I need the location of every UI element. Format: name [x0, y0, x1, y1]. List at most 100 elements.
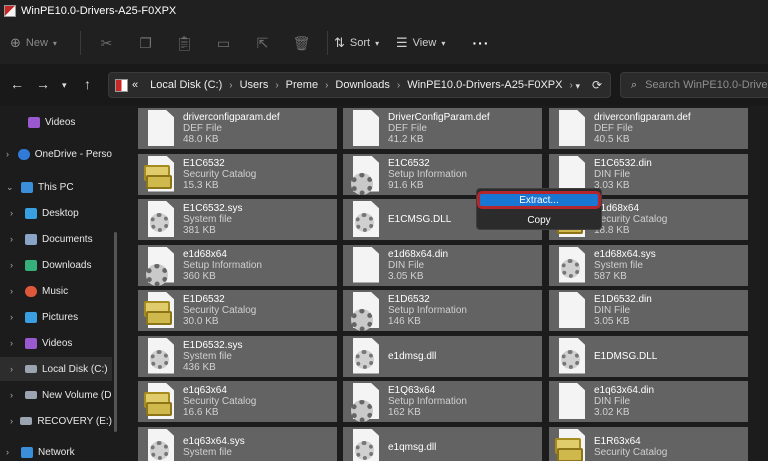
file-type: DIN File [594, 396, 631, 407]
new-button[interactable]: ⊕ New ▾ [10, 29, 74, 57]
address-bar[interactable]: « Local Disk (C:) › Users › Preme › Down… [108, 72, 611, 98]
file-item[interactable]: e1dmsg.dll [343, 335, 542, 377]
file-details: E1d68x64 Security Catalog 18.8 KB [594, 203, 667, 236]
file-details: E1D6532 Setup Information 146 KB [388, 294, 467, 327]
breadcrumb-local-disk[interactable]: Local Disk (C:) [150, 79, 222, 91]
sidebar-item-this-pc[interactable]: ⌄ This PC [0, 175, 112, 199]
file-item[interactable]: E1D6532.sys System file 436 KB [138, 335, 337, 377]
search-input[interactable]: ⌕ Search WinPE10.0-Drivers-A25-F0XPX [620, 72, 768, 98]
cloud-icon [17, 148, 30, 160]
rename-button[interactable]: ▭ [204, 29, 243, 57]
pc-icon [21, 181, 33, 193]
sidebar-item-label: Network [38, 446, 75, 458]
sort-icon: ⇅ [334, 35, 345, 50]
file-item[interactable]: E1D6532.din DIN File 3.05 KB [549, 290, 748, 331]
file-item[interactable]: E1R63x64 Security Catalog [549, 426, 748, 461]
sidebar-item-onedrive[interactable]: › OneDrive - Perso [0, 142, 112, 166]
file-details: e1d68x64.sys System file 587 KB [594, 249, 656, 282]
chevron-right-icon: › [10, 390, 13, 400]
sidebar-item-network[interactable]: › Network [0, 440, 112, 461]
file-type: Security Catalog [183, 305, 257, 316]
desktop-icon [25, 207, 37, 219]
file-item[interactable]: DriverConfigParam.def DEF File 41.2 KB [343, 108, 542, 149]
toolbar-divider [327, 31, 328, 55]
file-item[interactable]: driverconfigparam.def DEF File 48.0 KB [138, 108, 337, 149]
file-item[interactable]: e1qmsg.dll [343, 426, 542, 461]
file-type: DEF File [594, 123, 633, 134]
file-details: e1qmsg.dll [388, 442, 436, 453]
rename-icon: ▭ [216, 34, 231, 51]
network-icon [21, 446, 33, 458]
breadcrumb-downloads[interactable]: Downloads [335, 79, 389, 91]
breadcrumb-archive[interactable]: WinPE10.0-Drivers-A25-F0XPX [407, 79, 562, 91]
file-size: 18.8 KB [594, 225, 630, 236]
chevron-right-icon: › [10, 234, 13, 244]
drive-icon [25, 365, 37, 373]
sidebar-item-music[interactable]: › Music [0, 279, 112, 303]
file-name: E1Q63x64 [388, 385, 436, 396]
chevron-right-icon: › [10, 338, 13, 348]
system-file-icon [349, 200, 382, 239]
file-name: driverconfigparam.def [594, 112, 691, 123]
file-item[interactable]: e1d68x64.din DIN File 3.05 KB [343, 244, 542, 286]
copy-button[interactable]: ❐ [126, 29, 165, 57]
winrar-app-icon [4, 5, 16, 17]
sidebar-item-local-disk[interactable]: › Local Disk (C:) [0, 357, 112, 381]
forward-arrow-icon[interactable]: → [36, 76, 50, 92]
file-item[interactable]: driverconfigparam.def DEF File 40.5 KB [549, 108, 748, 149]
file-item[interactable]: E1Q63x64 Setup Information 162 KB [343, 381, 542, 422]
file-item[interactable]: E1DMSG.DLL [549, 335, 748, 377]
videos-icon [28, 116, 40, 128]
sort-button[interactable]: ⇅ Sort ▾ [334, 29, 396, 57]
file-type: Setup Information [388, 305, 467, 316]
sidebar-scrollbar[interactable] [114, 232, 117, 432]
breadcrumb-preme[interactable]: Preme [286, 79, 318, 91]
sidebar-item-label: Local Disk (C:) [42, 363, 108, 375]
cut-button[interactable]: ✂ [87, 29, 126, 57]
file-name: E1D6532 [183, 294, 225, 305]
file-details: E1C6532.din DIN File 3.03 KB [594, 158, 652, 191]
file-details: E1R63x64 Security Catalog [594, 436, 667, 458]
extract-menu-item[interactable]: Extract... [477, 191, 601, 209]
chevron-right-icon: › [229, 79, 233, 91]
share-button[interactable]: ⇱ [243, 29, 282, 57]
up-arrow-icon[interactable]: ↑ [84, 76, 91, 92]
sidebar-item-pictures[interactable]: › Pictures [0, 305, 112, 329]
file-item[interactable]: e1q63x64.din DIN File 3.02 KB [549, 381, 748, 422]
file-icon [555, 109, 588, 148]
navigation-pane: Videos › OneDrive - Perso ⌄ This PC › De… [0, 106, 112, 461]
file-item[interactable]: e1d68x64 Setup Information 360 KB [138, 244, 337, 286]
file-item[interactable]: e1d68x64.sys System file 587 KB [549, 244, 748, 286]
paste-button[interactable]: 📋︎ [165, 29, 204, 57]
delete-button[interactable]: 🗑︎ [282, 29, 321, 57]
pictures-icon [25, 311, 37, 323]
sidebar-item-new-volume[interactable]: › New Volume (D [0, 383, 112, 407]
file-name: e1dmsg.dll [388, 350, 437, 362]
sidebar-item-videos[interactable]: Videos [0, 110, 112, 134]
file-details: E1C6532 Setup Information 91.6 KB [388, 158, 467, 191]
file-item[interactable]: e1q63x64.sys System file [138, 426, 337, 461]
file-item[interactable]: e1q63x64 Security Catalog 16.6 KB [138, 381, 337, 422]
file-item[interactable]: E1C6532 Security Catalog 15.3 KB [138, 153, 337, 195]
file-item[interactable]: E1D6532 Setup Information 146 KB [343, 290, 542, 331]
file-item[interactable]: E1D6532 Security Catalog 30.0 KB [138, 290, 337, 331]
sidebar-item-documents[interactable]: › Documents [0, 227, 112, 251]
breadcrumb-overflow[interactable]: « [132, 79, 138, 91]
chevron-down-icon: ▾ [52, 38, 57, 48]
sidebar-item-downloads[interactable]: › Downloads [0, 253, 112, 277]
file-item[interactable]: E1C6532.sys System file 381 KB [138, 199, 337, 240]
sidebar-item-desktop[interactable]: › Desktop [0, 201, 112, 225]
view-button[interactable]: ☰ View ▾ [396, 29, 466, 57]
breadcrumb-users[interactable]: Users [240, 79, 269, 91]
file-size: 15.3 KB [183, 179, 219, 191]
recent-locations-icon[interactable]: ▾ [62, 80, 67, 91]
copy-menu-item[interactable]: Copy [479, 212, 599, 228]
refresh-icon[interactable]: ⟳ [592, 78, 602, 92]
back-arrow-icon[interactable]: ← [10, 76, 24, 92]
more-options-button[interactable]: ··· [466, 29, 496, 57]
address-dropdown-icon[interactable]: ▾ [575, 81, 580, 92]
file-details: E1D6532 Security Catalog 30.0 KB [183, 294, 256, 327]
sidebar-item-recovery[interactable]: › RECOVERY (E:) [0, 409, 112, 433]
file-details: E1D6532.sys System file 436 KB [183, 340, 242, 373]
sidebar-item-videos[interactable]: › Videos [0, 331, 112, 355]
